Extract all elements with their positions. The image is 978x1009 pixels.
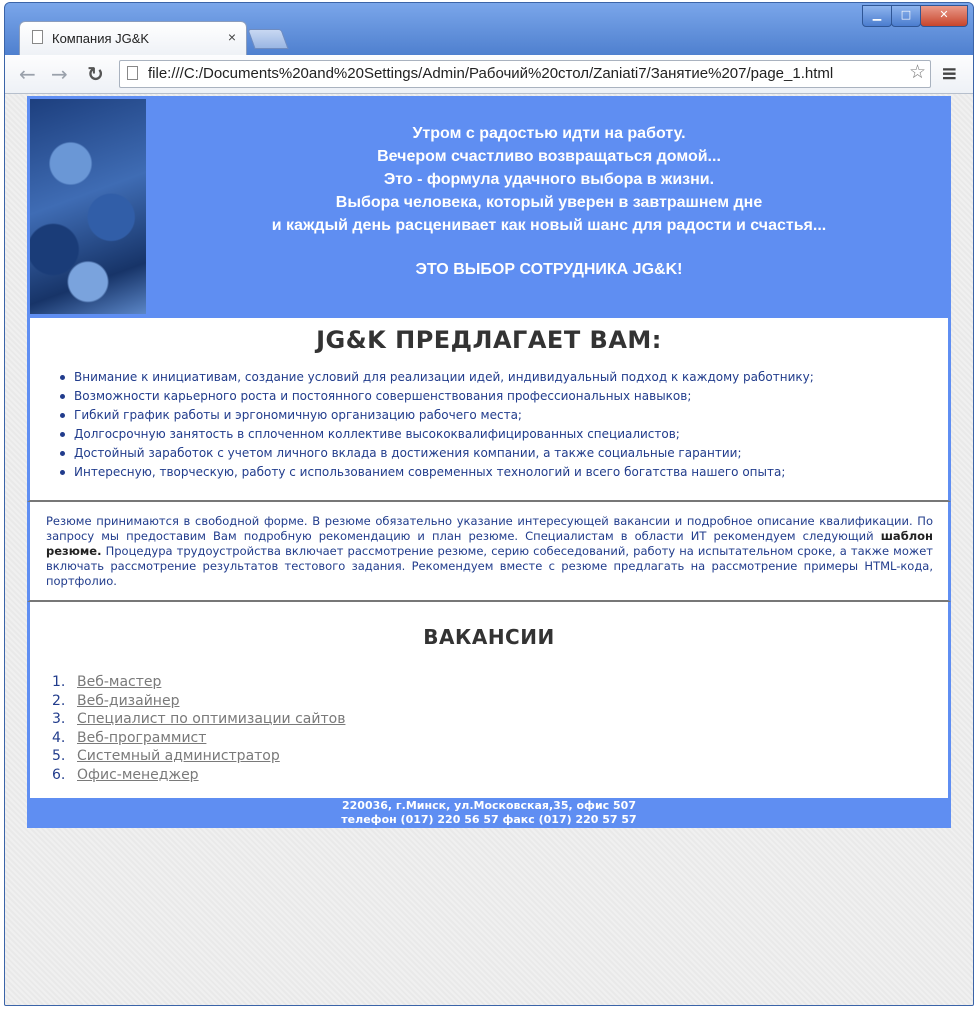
header-banner: Утром с радостью идти на работу. Вечером… [27, 96, 951, 318]
browser-toolbar: ← → ↻ file:///C:/Documents%20and%20Setti… [5, 55, 973, 94]
item-number: 2. [52, 692, 66, 709]
item-number: 6. [52, 766, 66, 783]
slogan: Утром с радостью идти на работу. Вечером… [147, 122, 951, 237]
slogan-line: и каждый день расценивает как новый шанс… [271, 217, 827, 234]
maximize-button[interactable]: □ [891, 5, 921, 27]
menu-icon[interactable]: ≡ [941, 61, 958, 85]
tab-close-icon[interactable]: × [228, 29, 236, 45]
document-icon [32, 30, 43, 44]
item-number: 1. [52, 674, 66, 690]
slogan-main: ЭТО ВЫБОР СОТРУДНИКА JG&K! [415, 261, 683, 278]
arrow-right-icon[interactable]: → [51, 62, 68, 86]
item-number: 4. [52, 729, 66, 746]
list-item: 1. Веб-мастер [30, 673, 948, 692]
star-icon[interactable]: ☆ [906, 61, 926, 83]
offer-title: JG&K ПРЕДЛАГАЕТ ВАМ: [316, 326, 662, 354]
list-item: Достойный заработок с учетом личного вкл… [60, 444, 948, 463]
footer-phone: телефон (017) 220 56 57 факс (017) 220 5… [341, 813, 637, 826]
slogan-line: Это - формула удачного выбора в жизни. [383, 171, 715, 188]
vacancy-link[interactable]: Веб-программист [77, 730, 206, 746]
team-photo [30, 99, 146, 314]
resume-section: Резюме принимаются в свободной форме. В … [27, 502, 951, 602]
list-item: Возможности карьерного роста и постоянно… [60, 387, 948, 406]
list-item: 3. Специалист по оптимизации сайтов [30, 710, 948, 729]
slogan-line: Вечером счастливо возвращаться домой... [377, 148, 721, 165]
offer-list: Внимание к инициативам, создание условий… [30, 368, 948, 482]
vacancy-link[interactable]: Веб-дизайнер [77, 693, 179, 709]
vacancy-link[interactable]: Системный администратор [77, 748, 280, 764]
browser-window: Компания JG&K × ▁ □ ✕ ← → ↻ file:///C:/D… [4, 2, 974, 1006]
list-item: 5. Системный администратор [30, 747, 948, 766]
slogan-line: Утром с радостью идти на работу. [412, 125, 686, 142]
vacancy-link[interactable]: Веб-мастер [77, 674, 161, 690]
list-item: Долгосрочную занятость в сплоченном колл… [60, 425, 948, 444]
url-text[interactable]: file:///C:/Documents%20and%20Settings/Ad… [148, 65, 833, 82]
footer-address: 220036, г.Минск, ул.Московская,35, офис … [342, 799, 636, 812]
list-item: Внимание к инициативам, создание условий… [60, 368, 948, 387]
reload-icon[interactable]: ↻ [87, 62, 104, 86]
slogan-line: Выбора человека, который уверен в завтра… [335, 194, 763, 211]
list-item: 6. Офис-менеджер [30, 766, 948, 785]
item-number: 5. [52, 748, 66, 764]
list-item: Гибкий график работы и эргономичную орга… [60, 406, 948, 425]
title-bar: Компания JG&K × ▁ □ ✕ [5, 3, 973, 56]
resume-text-after: Процедура трудоустройства включает рассм… [46, 544, 933, 588]
vacancy-link[interactable]: Специалист по оптимизации сайтов [77, 711, 345, 727]
vacancies-section: ВАКАНСИИ 1. Веб-мастер 2. Веб-дизайнер 3. С… [27, 602, 951, 798]
offer-section: JG&K ПРЕДЛАГАЕТ ВАМ: Внимание к инициати… [27, 318, 951, 502]
minimize-button[interactable]: ▁ [862, 5, 892, 27]
close-window-button[interactable]: ✕ [920, 5, 968, 27]
page-content: Утром с радостью идти на работу. Вечером… [27, 96, 951, 828]
tab-active[interactable]: Компания JG&K × [19, 21, 247, 56]
vacancy-link[interactable]: Офис-менеджер [77, 767, 199, 783]
resume-text-before: Резюме принимаются в свободной форме. В … [46, 514, 933, 543]
list-item: 2. Веб-дизайнер [30, 692, 948, 711]
address-bar[interactable]: file:///C:/Documents%20and%20Settings/Ad… [119, 60, 931, 88]
tab-title: Компания JG&K [52, 31, 150, 46]
page-footer: 220036, г.Минск, ул.Московская,35, офис … [27, 798, 951, 828]
arrow-left-icon[interactable]: ← [19, 62, 36, 86]
vacancies-list: 1. Веб-мастер 2. Веб-дизайнер 3. Специалист… [30, 673, 948, 784]
new-tab-button[interactable] [247, 29, 289, 49]
list-item: 4. Веб-программист [30, 729, 948, 748]
list-item: Интересную, творческую, работу с использ… [60, 463, 948, 482]
item-number: 3. [52, 711, 66, 727]
page-viewport: Утром с радостью идти на работу. Вечером… [5, 94, 973, 1005]
resume-text: Резюме принимаются в свободной форме. В … [46, 514, 933, 589]
page-icon [127, 66, 138, 80]
vacancies-title: ВАКАНСИИ [423, 625, 555, 649]
